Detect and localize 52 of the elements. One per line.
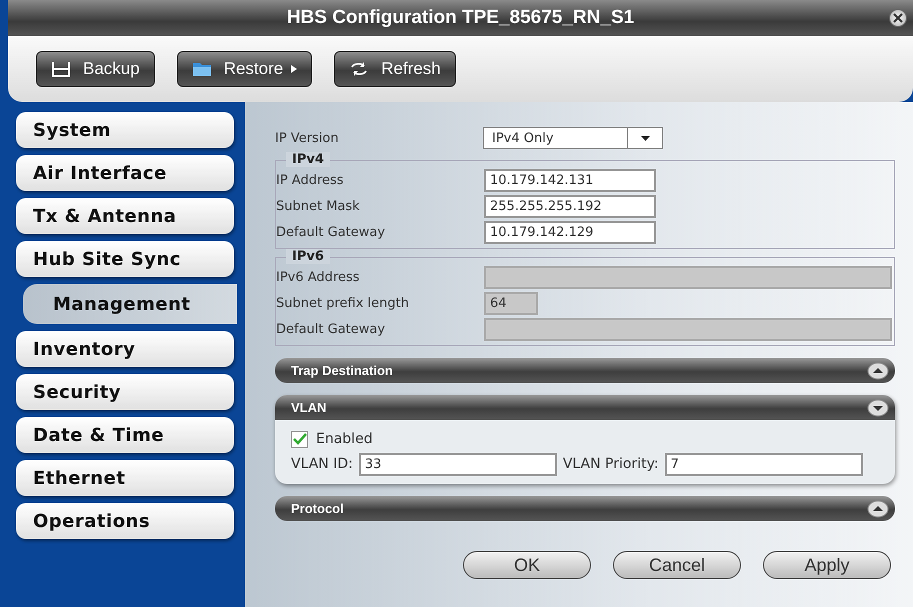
sidebar-tab[interactable]: Date & Time [16, 417, 234, 453]
input-field[interactable]: 7 [664, 452, 863, 476]
expand-icon [867, 362, 889, 380]
input-field[interactable]: 10.179.142.129 [484, 220, 656, 244]
dialog-button[interactable]: Apply [763, 551, 891, 579]
toolbar-button[interactable]: Restore [176, 51, 312, 87]
sidebar-tab[interactable]: Air Interface [16, 155, 234, 191]
sidebar-tab[interactable]: Management [23, 284, 237, 324]
ip-version-dropdown[interactable]: IPv4 Only [483, 127, 663, 149]
section-header[interactable]: Protocol [275, 496, 895, 521]
dropdown-arrow-icon [640, 136, 650, 140]
section-header[interactable]: Trap Destination [275, 358, 895, 383]
field-label: Subnet prefix length [276, 296, 410, 310]
input-field[interactable]: 33 [358, 452, 557, 476]
folder-icon [192, 60, 212, 78]
window-title: HBS Configuration TPE_85675_RN_S1 [286, 7, 634, 29]
sidebar-tab[interactable]: Security [16, 374, 234, 410]
sidebar-tab[interactable]: Inventory [16, 331, 234, 367]
section-title: VLAN [291, 400, 326, 415]
expand-icon [867, 500, 889, 518]
sidebar-tab[interactable]: Tx & Antenna [16, 198, 234, 234]
refresh-icon [349, 60, 370, 78]
input-field[interactable]: 10.179.142.131 [484, 168, 656, 192]
close-icon [892, 12, 904, 24]
field-label: VLAN Priority: [562, 456, 659, 472]
section-title: Protocol [291, 501, 344, 516]
floppy-icon [51, 60, 71, 78]
toolbar-button[interactable]: Backup [36, 51, 155, 87]
field-label: IPv6 Address [276, 270, 361, 284]
checkbox-label: Enabled [316, 431, 373, 447]
section-title: Trap Destination [291, 363, 393, 378]
field-label: Subnet Mask [276, 198, 361, 214]
sidebar-tab[interactable]: Hub Site Sync [16, 241, 234, 277]
toolbar-button[interactable]: Refresh [334, 51, 456, 87]
sidebar-tab[interactable]: Ethernet [16, 460, 234, 496]
input-field[interactable]: 255.255.255.192 [484, 194, 656, 218]
checkbox[interactable] [291, 430, 308, 448]
close-button[interactable] [889, 9, 907, 27]
field-label: VLAN ID: [291, 456, 353, 472]
group-title: IPv4 [286, 152, 330, 167]
sidebar-tab[interactable]: Operations [16, 503, 234, 539]
field-label: IP Address [276, 172, 345, 188]
collapse-icon [867, 398, 889, 416]
group-title: IPv6 [286, 249, 330, 264]
field-label: Default Gateway [276, 224, 386, 240]
field-label: IP Version [275, 130, 340, 146]
dialog-button[interactable]: Cancel [613, 551, 741, 579]
section-header[interactable]: VLAN [275, 395, 895, 420]
sidebar-tab[interactable]: System [16, 112, 234, 148]
dialog-button[interactable]: OK [463, 551, 591, 579]
checkmark-icon [292, 433, 306, 445]
field-label: Default Gateway [276, 322, 386, 336]
